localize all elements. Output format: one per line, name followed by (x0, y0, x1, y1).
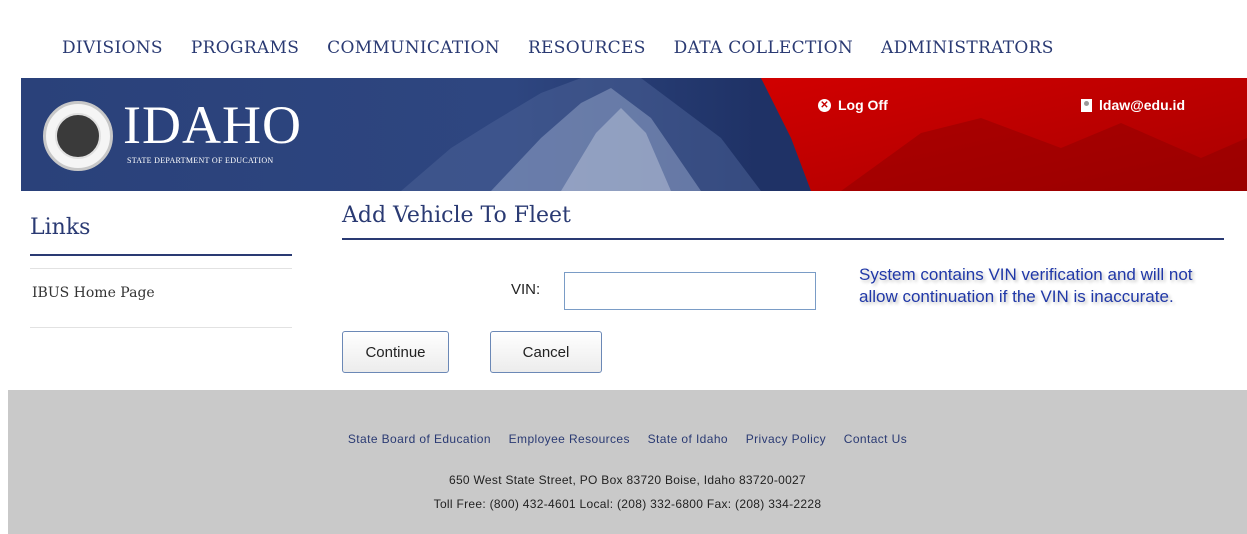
idaho-logo-text: IDAHO (123, 95, 302, 155)
user-icon (1081, 98, 1092, 112)
footer-link-privacy-policy[interactable]: Privacy Policy (746, 432, 826, 446)
vin-verification-note: System contains VIN verification and wil… (859, 265, 1193, 306)
header-banner: IDAHO STATE DEPARTMENT OF EDUCATION ✕ Lo… (21, 78, 1247, 191)
nav-communication[interactable]: COMMUNICATION (327, 38, 500, 58)
nav-divisions[interactable]: DIVISIONS (62, 38, 163, 58)
nav-resources[interactable]: RESOURCES (528, 38, 646, 58)
sidebar-title: Links (30, 215, 91, 240)
top-navigation: DIVISIONS PROGRAMS COMMUNICATION RESOURC… (62, 38, 1082, 58)
page-title: Add Vehicle To Fleet (342, 203, 571, 228)
state-seal-logo (43, 101, 113, 171)
logo-subtitle: STATE DEPARTMENT OF EDUCATION (127, 156, 274, 165)
footer-link-state-board[interactable]: State Board of Education (348, 432, 491, 446)
footer-link-employee-resources[interactable]: Employee Resources (509, 432, 630, 446)
page-title-rule (342, 238, 1224, 240)
vin-input[interactable] (564, 272, 816, 310)
nav-administrators[interactable]: ADMINISTRATORS (881, 38, 1054, 58)
footer-address: 650 West State Street, PO Box 83720 Bois… (448, 473, 807, 487)
vin-label: VIN: (511, 281, 541, 298)
sidebar-item-ibus-home[interactable]: IBUS Home Page (32, 285, 155, 301)
page-content: DIVISIONS PROGRAMS COMMUNICATION RESOURC… (8, 0, 1247, 390)
sidebar-divider (30, 327, 292, 328)
sidebar-title-rule (30, 254, 292, 256)
sidebar-divider (30, 268, 292, 269)
logoff-link[interactable]: ✕ Log Off (818, 97, 888, 113)
nav-data-collection[interactable]: DATA COLLECTION (674, 38, 853, 58)
cancel-button[interactable]: Cancel (490, 331, 602, 373)
footer-links: State Board of Education Employee Resour… (8, 432, 1247, 446)
nav-programs[interactable]: PROGRAMS (191, 38, 299, 58)
user-label: ldaw@edu.id (1099, 97, 1185, 113)
footer-phone: Toll Free: (800) 432-4601 Local: (208) 3… (433, 497, 822, 511)
footer-link-contact-us[interactable]: Contact Us (844, 432, 907, 446)
footer-link-state-of-idaho[interactable]: State of Idaho (648, 432, 728, 446)
page-frame: DIVISIONS PROGRAMS COMMUNICATION RESOURC… (8, 0, 1247, 534)
close-circle-icon: ✕ (818, 98, 831, 112)
continue-button[interactable]: Continue (342, 331, 449, 373)
logoff-label: Log Off (838, 97, 888, 113)
user-account-link[interactable]: ldaw@edu.id (1081, 97, 1185, 113)
